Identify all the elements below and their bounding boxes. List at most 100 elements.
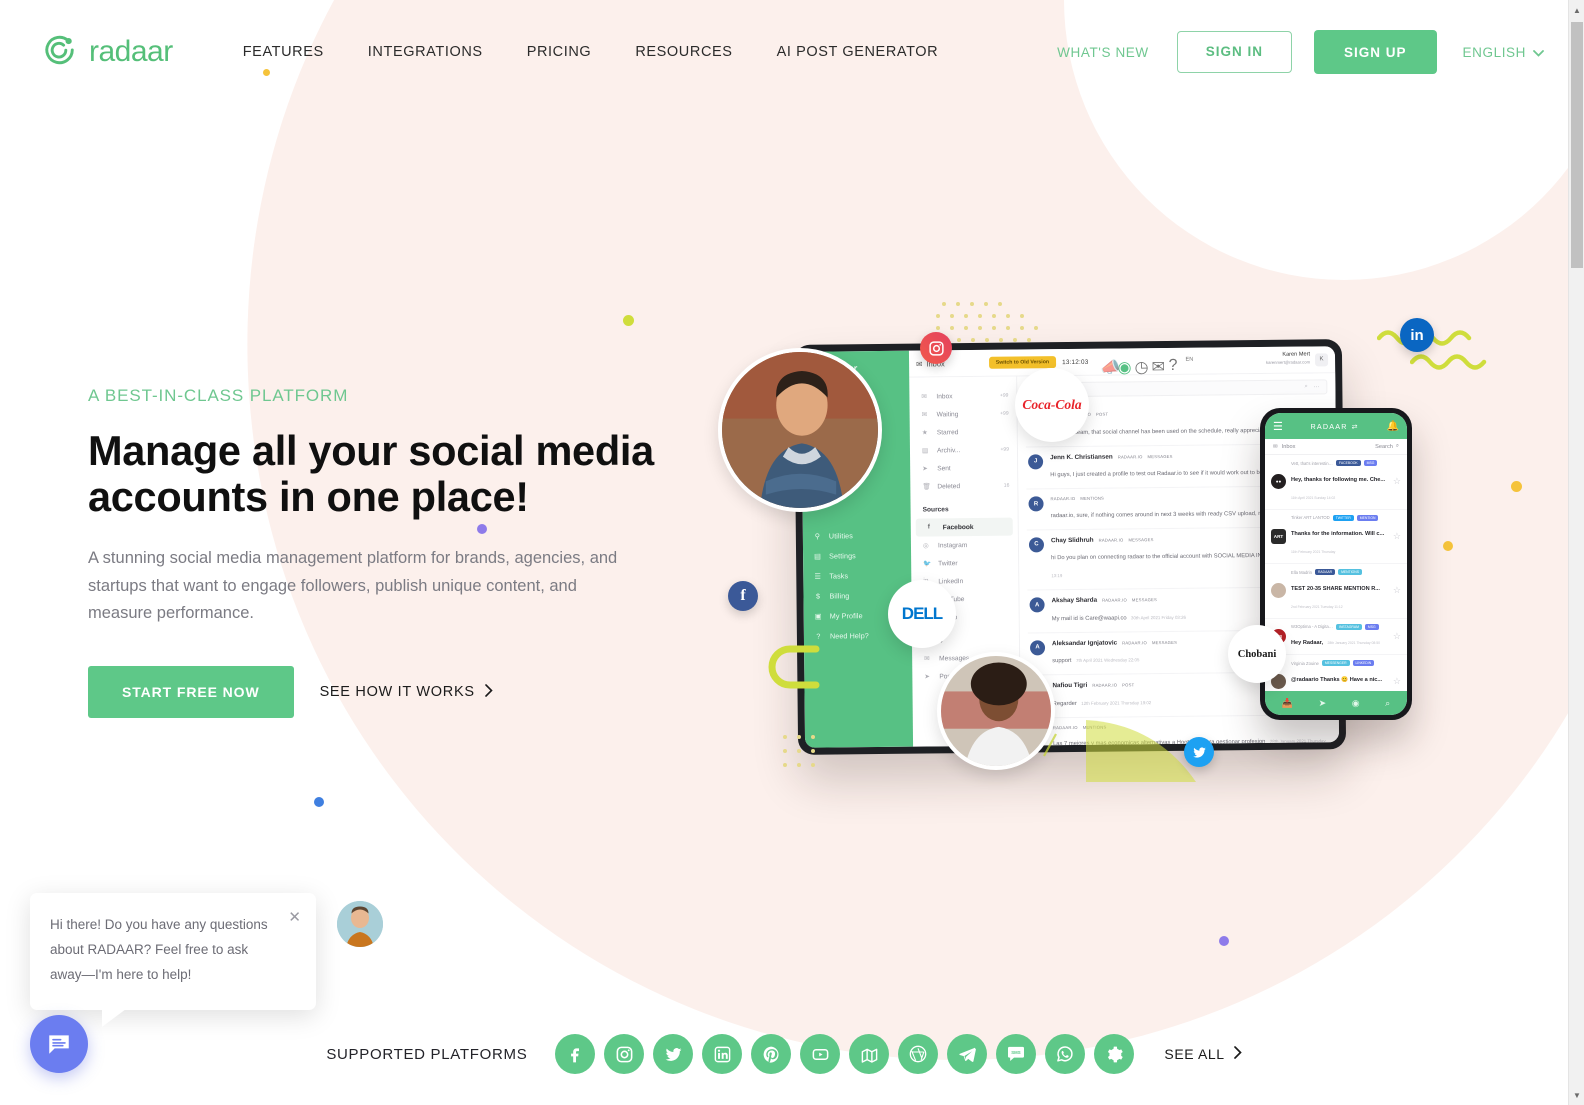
hamburger-icon[interactable]: ☰ xyxy=(1273,420,1283,433)
star-icon[interactable]: ☆ xyxy=(1393,676,1401,687)
help-icon[interactable]: ? xyxy=(1168,356,1177,373)
close-icon[interactable]: ✕ xyxy=(288,910,301,925)
bell-icon[interactable]: 🔔 xyxy=(1387,421,1399,432)
clock-icon[interactable]: ◷ xyxy=(1134,357,1149,376)
star-icon[interactable]: ☆ xyxy=(1393,531,1401,542)
logo-text: radaar xyxy=(89,35,173,68)
see-all-link[interactable]: SEE ALL xyxy=(1164,1046,1242,1062)
source-chip: RADAAR xyxy=(1314,569,1336,575)
topbar-user-block: Karen Mert karenmert@radaar.com xyxy=(1266,352,1310,368)
list-item-date: 11th February 2021 Thursday xyxy=(1291,550,1336,554)
list-item[interactable]: Virginia Zouine MESSENGER LINKEDIN @rada… xyxy=(1265,655,1407,691)
phone-nav-search-icon[interactable]: ⌕ xyxy=(1385,698,1390,709)
filter-label: Waiting xyxy=(936,410,959,418)
filter-starred[interactable]: ★ Starred xyxy=(910,423,1017,442)
scrollbar-thumb[interactable] xyxy=(1571,22,1583,268)
message-tag-type: POST xyxy=(1122,682,1135,688)
page-scrollbar[interactable]: ▲ ▼ xyxy=(1568,0,1584,1105)
platform-facebook[interactable] xyxy=(555,1034,596,1074)
megaphone-icon[interactable]: 📣 xyxy=(1100,357,1121,376)
filter-waiting[interactable]: ✉ Waiting +99 xyxy=(910,405,1017,424)
language-code[interactable]: EN xyxy=(1185,356,1193,365)
chat-widget: Hi there! Do you have any questions abou… xyxy=(30,893,383,1073)
list-item[interactable]: ART Tinker ART LANTOD TWITTER MENTION Th… xyxy=(1265,510,1407,564)
source-facebook[interactable]: f Facebook xyxy=(915,517,1013,537)
twitter-icon xyxy=(665,1047,682,1061)
message-sender: Jenn K. Christiansen xyxy=(1050,453,1113,461)
platform-settings[interactable] xyxy=(1094,1034,1135,1074)
nav-item-features[interactable]: FEATURES xyxy=(221,34,346,70)
platform-telegram[interactable] xyxy=(947,1034,988,1074)
list-item[interactable]: W3 W3Optima - A Digital Agency INSTAGRAM… xyxy=(1265,619,1407,655)
platform-linkedin[interactable] xyxy=(702,1034,743,1074)
sign-up-button[interactable]: SIGN UP xyxy=(1314,30,1437,74)
sidebar-item-utilities[interactable]: ⚲ Utilities xyxy=(803,525,911,546)
platform-whatsapp[interactable] xyxy=(1045,1034,1086,1074)
phone-nav-monitor-icon[interactable]: ◉ xyxy=(1352,698,1360,709)
list-item-meta: Tinker ART LANTOD TWITTER MENTION xyxy=(1291,514,1388,521)
scroll-down-arrow[interactable]: ▼ xyxy=(1569,1086,1584,1104)
phone-nav-publish-icon[interactable]: ➤ xyxy=(1319,698,1327,709)
platform-twitter[interactable] xyxy=(653,1034,694,1074)
whats-new-link[interactable]: WHAT'S NEW xyxy=(1057,45,1149,60)
deco-squiggle-2 xyxy=(1410,354,1487,370)
phone-title: RADAAR ⇄ xyxy=(1311,422,1359,431)
sidebar-item-settings[interactable]: ▤ Settings xyxy=(803,545,911,566)
chat-message-text: Hi there! Do you have any questions abou… xyxy=(50,917,268,982)
topbar-user[interactable]: Karen Mert karenmert@radaar.com K xyxy=(1266,352,1329,368)
source-instagram[interactable]: ◎ Instagram xyxy=(911,536,1018,555)
phone-search[interactable]: Search ⌕ xyxy=(1375,443,1399,450)
message-tag-type: MESSAGES xyxy=(1128,536,1154,542)
sidebar-item-label: Tasks xyxy=(829,570,849,581)
filter-sent[interactable]: ➤ Sent xyxy=(910,459,1017,478)
platform-instagram[interactable] xyxy=(604,1034,645,1074)
linkedin-icon: in xyxy=(1410,326,1424,344)
list-item-meta: Ella Madrin RADAAR MENTIONS xyxy=(1291,569,1388,575)
platform-sms[interactable]: SMS xyxy=(996,1034,1037,1074)
facebook-icon xyxy=(571,1048,580,1063)
list-item-text: Hey, thanks for following me. Che... xyxy=(1291,476,1386,483)
source-label: LinkedIn xyxy=(938,577,964,585)
see-how-it-works-link[interactable]: SEE HOW IT WORKS xyxy=(320,683,493,701)
sidebar-item-tasks[interactable]: ☰ Tasks xyxy=(803,565,911,586)
sign-in-button[interactable]: SIGN IN xyxy=(1176,31,1293,73)
mail-icon[interactable]: ✉ xyxy=(1151,357,1166,375)
search-icon[interactable]: ⌕ xyxy=(1305,384,1308,391)
list-item-text: Thanks for the information. Will c... xyxy=(1291,531,1385,537)
filter-inbox[interactable]: ✉ Inbox +99 xyxy=(909,387,1016,406)
platform-youtube[interactable] xyxy=(800,1034,841,1074)
phone-nav-inbox-icon[interactable]: 📥 xyxy=(1282,698,1293,709)
sliders-icon: ▤ xyxy=(814,551,822,561)
switch-icon[interactable]: ⇄ xyxy=(1352,422,1359,431)
star-icon[interactable]: ☆ xyxy=(1393,476,1401,487)
more-icon[interactable]: ⋯ xyxy=(1314,384,1320,390)
nav-item-resources[interactable]: RESOURCES xyxy=(613,34,754,70)
nav-item-ai-post-generator[interactable]: AI POST GENERATOR xyxy=(755,34,961,70)
switch-version-badge[interactable]: Switch to Old Version xyxy=(988,356,1057,369)
platform-wordpress[interactable] xyxy=(898,1034,939,1074)
nav-item-pricing[interactable]: PRICING xyxy=(505,34,614,70)
scroll-up-arrow[interactable]: ▲ xyxy=(1569,1,1584,19)
chat-launcher-button[interactable] xyxy=(30,1015,88,1073)
language-selector[interactable]: ENGLISH xyxy=(1463,45,1544,60)
hero-title-line-1: Manage all your social media xyxy=(88,427,654,474)
source-twitter[interactable]: 🐦 Twitter xyxy=(911,554,1018,573)
filter-deleted[interactable]: 🗑 Deleted 16 xyxy=(910,477,1017,496)
chevron-right-icon xyxy=(1233,1046,1242,1062)
filter-label: Starred xyxy=(936,428,959,436)
star-icon[interactable]: ☆ xyxy=(1393,585,1401,596)
logo[interactable]: radaar xyxy=(40,32,173,72)
topbar-user-name: Karen Mert xyxy=(1282,351,1311,359)
nav-item-integrations[interactable]: INTEGRATIONS xyxy=(346,34,505,70)
platform-pinterest[interactable] xyxy=(751,1034,792,1074)
phone-device: ☰ RADAAR ⇄ 🔔 ✉ Inbox Search ⌕ ●● Vett, t… xyxy=(1260,408,1412,720)
list-item[interactable]: Ella Madrin RADAAR MENTIONS TEST 20-35 S… xyxy=(1265,564,1407,619)
filter-archive[interactable]: ▤ Archiv... +99 xyxy=(910,441,1017,460)
youtube-icon xyxy=(812,1048,829,1060)
start-free-now-button[interactable]: START FREE NOW xyxy=(88,666,294,719)
star-icon[interactable]: ☆ xyxy=(1393,631,1401,642)
list-item[interactable]: ●● Vett, that's interesting topic FACEBO… xyxy=(1265,455,1407,510)
platform-google-business[interactable] xyxy=(849,1034,890,1074)
chevron-right-icon xyxy=(484,683,493,701)
type-chip: MSG xyxy=(1363,460,1378,466)
